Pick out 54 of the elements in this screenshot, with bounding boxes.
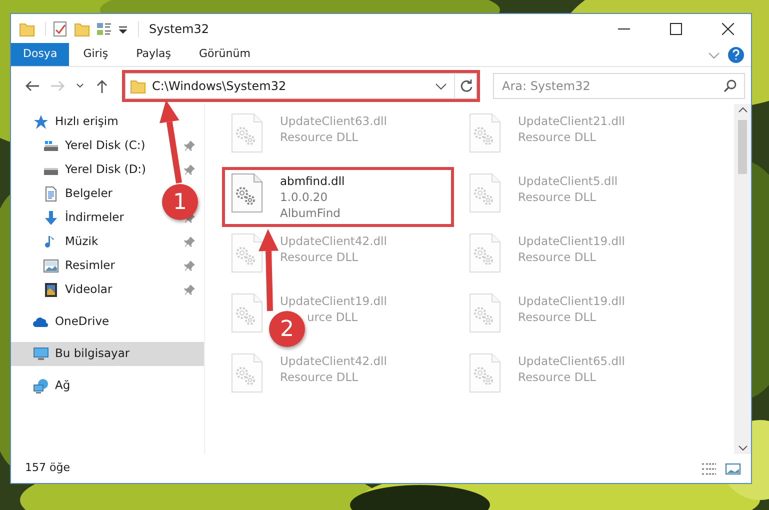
file-detail: Resource DLL bbox=[518, 129, 596, 145]
file-detail: Resource DLL bbox=[518, 189, 596, 205]
maximize-icon bbox=[670, 22, 682, 34]
checklist-icon[interactable] bbox=[52, 20, 68, 36]
nav-item[interactable]: Yerel Disk (C:) bbox=[11, 134, 204, 158]
down-arrow-icon bbox=[43, 210, 59, 226]
right-arrow-icon bbox=[51, 80, 65, 92]
large-icons-view-icon[interactable] bbox=[725, 462, 741, 476]
nav-item[interactable]: Bu bilgisayar bbox=[11, 342, 204, 366]
details-view-icon[interactable] bbox=[701, 462, 717, 476]
nav-item[interactable]: OneDrive bbox=[11, 310, 204, 334]
computer-icon bbox=[33, 346, 49, 362]
up-arrow-icon bbox=[96, 78, 108, 92]
nav-item[interactable]: Resimler bbox=[11, 254, 204, 278]
nav-item[interactable]: Belgeler bbox=[11, 182, 121, 206]
nav-item[interactable]: Hızlı erişim bbox=[11, 110, 204, 134]
nav-item[interactable]: Ağ bbox=[11, 374, 204, 398]
file-detail: urce DLL bbox=[307, 309, 358, 325]
file-detail: Resource DLL bbox=[518, 309, 596, 325]
scroll-thumb[interactable] bbox=[738, 120, 747, 174]
file-detail: 1.0.0.20 bbox=[280, 189, 328, 205]
document-icon bbox=[43, 186, 59, 202]
ribbon-tab[interactable]: Paylaş bbox=[122, 43, 185, 66]
folder-icon bbox=[130, 78, 146, 94]
scrollbar[interactable] bbox=[734, 104, 751, 454]
close-icon bbox=[722, 22, 734, 34]
left-arrow-icon bbox=[25, 80, 39, 92]
window-title: System32 bbox=[149, 20, 210, 38]
address-path: C:\Windows\System32 bbox=[152, 78, 288, 94]
star-icon bbox=[33, 114, 49, 130]
network-icon bbox=[33, 378, 49, 394]
drive-icon bbox=[43, 138, 59, 154]
properties-icon[interactable] bbox=[96, 20, 112, 36]
file-detail: Resource DLL bbox=[518, 369, 596, 385]
search-icon bbox=[723, 78, 737, 92]
dll-file-icon[interactable] bbox=[231, 173, 264, 213]
chevron-down-icon bbox=[76, 83, 84, 88]
refresh-icon bbox=[458, 78, 472, 92]
nav-item[interactable]: Videolar bbox=[11, 278, 204, 302]
picture-icon bbox=[43, 258, 59, 274]
file-detail: AlbumFind bbox=[280, 205, 340, 221]
item-count: 157 öğe bbox=[25, 460, 71, 476]
file-detail: Resource DLL bbox=[280, 129, 358, 145]
search-field[interactable]: Ara: System32 bbox=[493, 72, 745, 98]
nav-item[interactable]: Yerel Disk (D:) bbox=[11, 158, 204, 182]
ribbon-tab[interactable]: Görünüm bbox=[185, 43, 264, 66]
file-detail: Resource DLL bbox=[518, 249, 596, 265]
nav-item[interactable]: Müzik bbox=[11, 230, 204, 254]
file-name[interactable]: abmfind.dll bbox=[280, 173, 345, 189]
film-icon bbox=[43, 282, 59, 298]
file-detail: Resource DLL bbox=[280, 369, 358, 385]
ribbon-tab[interactable]: Giriş bbox=[69, 43, 122, 66]
file-detail: Resource DLL bbox=[280, 249, 358, 265]
ribbon-tab[interactable]: Dosya bbox=[11, 43, 70, 66]
